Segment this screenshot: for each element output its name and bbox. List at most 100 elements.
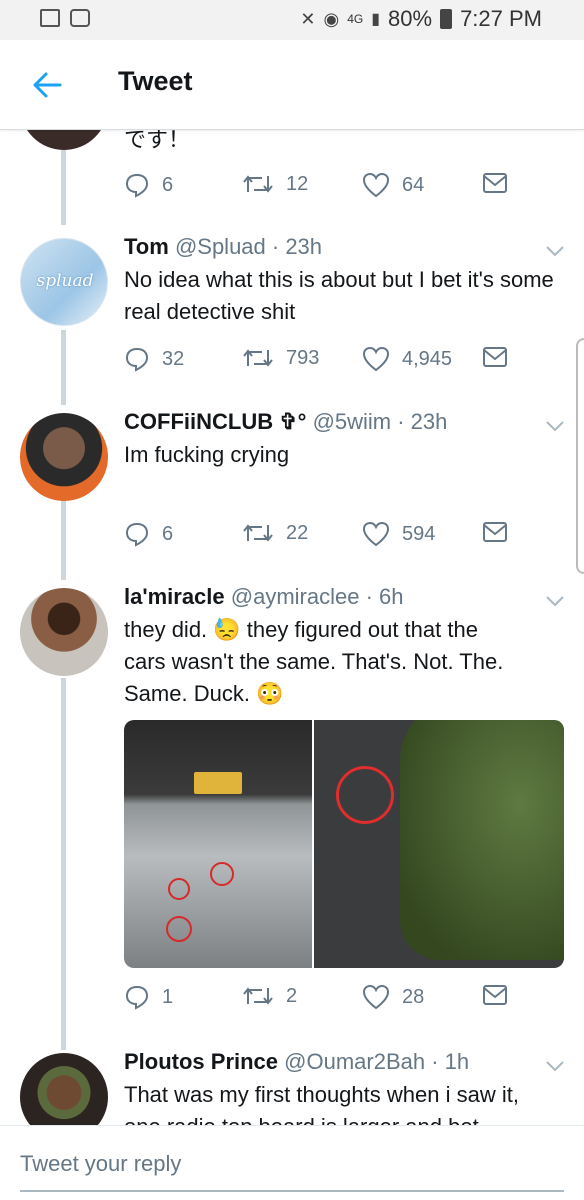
reply-icon (125, 347, 149, 372)
alarm-icon: ◉ (323, 8, 340, 29)
back-arrow-icon[interactable] (30, 68, 64, 102)
signal-icon: ▮ (371, 11, 381, 28)
tweet-item[interactable]: COFFiiNCLUB ✞° @5wiim · 23h Im fucking c… (0, 405, 584, 580)
reply-button[interactable]: 6 (124, 521, 173, 547)
scroll-handle[interactable] (576, 338, 584, 574)
red-circle-mark (210, 862, 234, 886)
reply-thread[interactable]: です！ 6 12 64 spluad Tom @Spluad · 23h No … (0, 130, 584, 1125)
dm-button[interactable] (482, 172, 508, 194)
reply-composer[interactable]: Tweet your reply (0, 1125, 584, 1200)
like-count: 594 (402, 522, 436, 545)
avatar[interactable] (20, 1053, 108, 1125)
retweet-icon (243, 524, 273, 542)
tweet-text: Im fucking crying (124, 442, 290, 467)
retweet-count: 12 (286, 172, 309, 195)
tweet-header: la'miracle @aymiraclee · 6h (124, 584, 404, 610)
tweet-media[interactable] (124, 720, 564, 968)
retweet-button[interactable]: 2 (242, 984, 297, 1008)
retweet-count: 2 (286, 984, 298, 1007)
status-bar: ✕ ◉ 4G ▮ 80% 7:27 PM (0, 0, 584, 40)
reply-icon (125, 985, 149, 1010)
tweet-header: Ploutos Prince @Oumar2Bah · 1h (124, 1049, 469, 1075)
chevron-down-icon[interactable] (544, 1059, 566, 1073)
chevron-down-icon[interactable] (544, 244, 566, 258)
like-button[interactable]: 4,945 (362, 346, 452, 372)
like-button[interactable]: 594 (362, 521, 435, 547)
retweet-button[interactable]: 12 (242, 172, 308, 196)
media-photo-right[interactable] (314, 720, 564, 968)
like-button[interactable]: 64 (362, 172, 424, 198)
avatar[interactable] (20, 588, 108, 676)
tweet-actions: 6 22 594 (124, 521, 544, 551)
tweet-item[interactable]: spluad Tom @Spluad · 23h No idea what th… (0, 230, 584, 405)
envelope-icon (483, 173, 507, 193)
red-circle-mark (168, 878, 190, 900)
page-title: Tweet (118, 66, 193, 96)
gallery-icon (40, 9, 60, 27)
author-handle[interactable]: @5wiim · 23h (313, 409, 448, 434)
tweet-actions: 6 12 64 (124, 172, 544, 202)
chevron-down-icon[interactable] (544, 419, 566, 433)
retweet-button[interactable]: 22 (242, 521, 308, 545)
network-type: 4G (347, 12, 364, 26)
heart-icon (362, 346, 390, 372)
reply-button[interactable]: 6 (124, 172, 173, 198)
dm-button[interactable] (482, 984, 508, 1006)
like-count: 4,945 (402, 347, 453, 370)
tweet-header: Tom @Spluad · 23h (124, 234, 322, 260)
tweet-item[interactable]: Ploutos Prince @Oumar2Bah · 1h That was … (0, 1045, 584, 1125)
author-name[interactable]: la'miracle (124, 584, 225, 609)
reply-button[interactable]: 32 (124, 346, 184, 372)
author-handle[interactable]: @Spluad · 23h (175, 234, 322, 259)
tweet-header: COFFiiNCLUB ✞° @5wiim · 23h (124, 409, 447, 435)
tweet-text: they did. 😓 they figured out that the ca… (124, 614, 554, 710)
heart-icon (362, 984, 390, 1010)
media-photo-left[interactable] (124, 720, 313, 968)
like-button[interactable]: 28 (362, 984, 424, 1010)
heart-icon (362, 172, 390, 198)
clock: 7:27 PM (460, 6, 542, 31)
tweet-item[interactable]: です！ 6 12 64 (0, 130, 584, 230)
envelope-icon (483, 985, 507, 1005)
author-handle[interactable]: @aymiraclee · 6h (231, 584, 404, 609)
author-handle[interactable]: @Oumar2Bah · 1h (284, 1049, 469, 1074)
author-name[interactable]: COFFiiNCLUB ✞° (124, 409, 306, 434)
tweet-text-line: That was my first thoughts when i saw it… (124, 1082, 519, 1107)
author-name[interactable]: Tom (124, 234, 169, 259)
tweet-item[interactable]: la'miracle @aymiraclee · 6h they did. 😓 … (0, 580, 584, 1050)
retweet-icon (243, 175, 273, 193)
dm-button[interactable] (482, 346, 508, 368)
dm-button[interactable] (482, 521, 508, 543)
retweet-count: 22 (286, 521, 309, 544)
like-count: 64 (402, 173, 425, 196)
reply-count: 6 (162, 173, 174, 196)
tweet-actions: 1 2 28 (124, 984, 544, 1014)
tweet-text-line: they did. 😓 they figured out that the (124, 617, 478, 642)
red-circle-mark (166, 916, 192, 942)
chevron-down-icon[interactable] (544, 594, 566, 608)
reply-button[interactable]: 1 (124, 984, 173, 1010)
reply-input-underline (20, 1190, 564, 1192)
battery-icon (440, 9, 453, 29)
heart-icon (362, 521, 390, 547)
envelope-icon (483, 522, 507, 542)
avatar[interactable] (20, 413, 108, 501)
retweet-icon (243, 987, 273, 1005)
author-name[interactable]: Ploutos Prince (124, 1049, 278, 1074)
red-circle-mark (336, 766, 395, 824)
license-plate (194, 772, 242, 794)
tweet-text-line: Same. Duck. 😳 (124, 681, 284, 706)
retweet-icon (243, 349, 273, 367)
tweet-actions: 32 793 4,945 (124, 346, 544, 376)
retweet-button[interactable]: 793 (242, 346, 319, 370)
battery-percent: 80% (388, 6, 433, 31)
reply-input[interactable]: Tweet your reply (20, 1151, 181, 1177)
avatar-logo-text: spluad (36, 271, 94, 291)
tweet-text: です！ (124, 130, 191, 152)
avatar[interactable]: spluad (20, 238, 108, 326)
tweet-text-line: cars wasn't the same. That's. Not. The. (124, 649, 504, 674)
reply-icon (125, 522, 149, 547)
avatar[interactable] (20, 130, 108, 150)
reply-count: 6 (162, 522, 174, 545)
green-surface (400, 720, 564, 960)
